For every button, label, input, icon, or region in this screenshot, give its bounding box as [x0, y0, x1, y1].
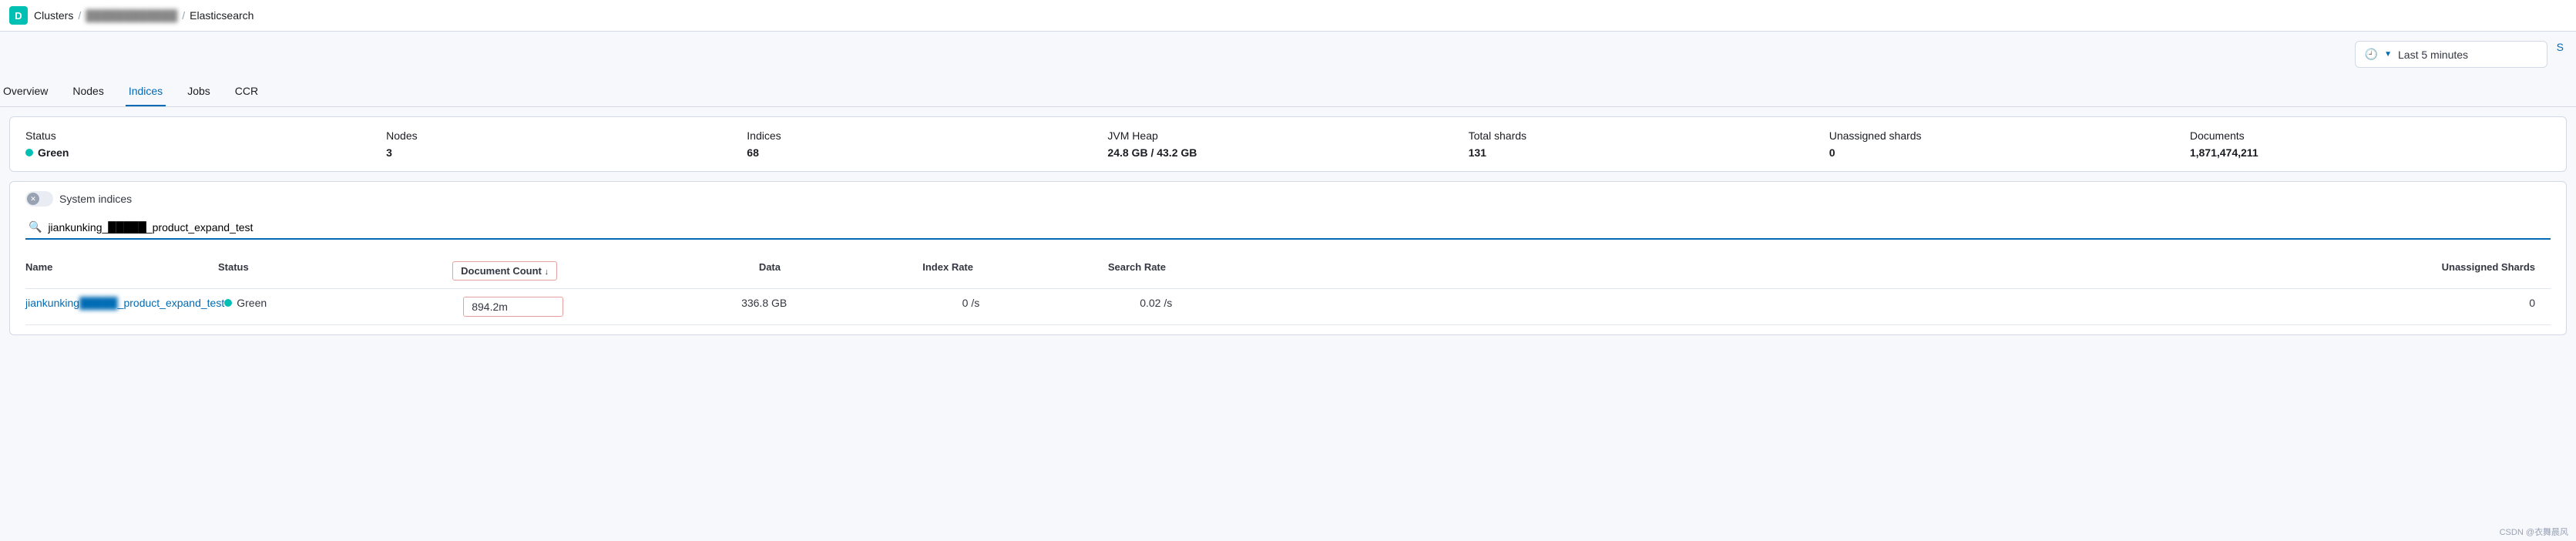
stat-label: Status — [25, 129, 386, 142]
table-row: jiankunking█████_product_expand_test Gre… — [25, 289, 2551, 325]
sort-arrow-down-icon: ↓ — [545, 267, 549, 277]
stat-label: Nodes — [386, 129, 747, 142]
breadcrumb-root[interactable]: Clusters — [34, 9, 73, 22]
system-indices-label: System indices — [59, 193, 132, 205]
stat-label: JVM Heap — [1107, 129, 1468, 142]
tab-nodes[interactable]: Nodes — [69, 77, 106, 106]
refresh-shortcut[interactable]: S — [2557, 41, 2564, 68]
toggle-thumb-icon: ✕ — [27, 193, 39, 205]
stat-indices: Indices 68 — [747, 129, 1107, 159]
toolbar-row: 🕘 ▼ Last 5 minutes S — [0, 32, 2576, 68]
col-header-name[interactable]: Name — [25, 261, 218, 281]
time-picker-label: Last 5 minutes — [2398, 49, 2468, 61]
breadcrumb: Clusters / ████████████ / Elasticsearch — [34, 9, 254, 22]
time-picker[interactable]: 🕘 ▼ Last 5 minutes — [2355, 41, 2547, 68]
index-name-mid: █████ — [79, 297, 118, 309]
system-indices-toggle-row: ✕ System indices — [25, 191, 2551, 207]
stat-label: Total shards — [1469, 129, 1829, 142]
stats-panel: Status Green Nodes 3 Indices 68 JVM Heap… — [9, 116, 2567, 172]
col-header-data[interactable]: Data — [588, 261, 781, 281]
top-bar: D Clusters / ████████████ / Elasticsearc… — [0, 0, 2576, 32]
search-input[interactable] — [48, 221, 2547, 234]
col-header-status[interactable]: Status — [218, 261, 395, 281]
col-header-search-rate[interactable]: Search Rate — [973, 261, 1166, 281]
col-header-index-rate[interactable]: Index Rate — [781, 261, 973, 281]
breadcrumb-leaf: Elasticsearch — [190, 9, 254, 22]
status-text: Green — [38, 146, 69, 159]
index-rate-cell: 0 /s — [787, 297, 979, 317]
stat-value: 131 — [1469, 146, 1829, 159]
index-status-cell: Green — [224, 297, 401, 317]
clock-icon: 🕘 — [2365, 48, 2378, 61]
stat-label: Documents — [2190, 129, 2551, 142]
stat-label: Unassigned shards — [1829, 129, 2190, 142]
breadcrumb-separator: / — [182, 9, 185, 22]
table-header-row: Name Status Document Count ↓ Data Index … — [25, 254, 2551, 289]
status-dot-icon — [25, 149, 33, 156]
footer-credit: CSDN @衣舞晨风 — [2500, 526, 2568, 538]
stat-status: Status Green — [25, 129, 386, 159]
tab-overview[interactable]: Overview — [0, 77, 51, 106]
unassigned-shards-cell: 0 — [1172, 297, 2551, 317]
stat-value: 0 — [1829, 146, 2190, 159]
doc-count-highlight: Document Count ↓ — [452, 261, 557, 281]
indices-table: Name Status Document Count ↓ Data Index … — [25, 254, 2551, 325]
col-header-doc-label: Document Count — [461, 265, 542, 277]
stat-documents: Documents 1,871,474,211 — [2190, 129, 2551, 159]
tab-indices[interactable]: Indices — [126, 77, 166, 106]
stat-value: 1,871,474,211 — [2190, 146, 2551, 159]
deployment-logo[interactable]: D — [9, 6, 28, 25]
stat-unassigned: Unassigned shards 0 — [1829, 129, 2190, 159]
col-header-unassigned[interactable]: Unassigned Shards — [1166, 261, 2551, 281]
chevron-down-icon: ▼ — [2384, 50, 2392, 59]
index-doc-count-cell: 894.2m — [401, 297, 594, 317]
stat-value: Green — [25, 146, 386, 159]
index-status-text: Green — [237, 297, 267, 309]
tabs: Overview Nodes Indices Jobs CCR — [0, 71, 2576, 107]
col-header-doc-count[interactable]: Document Count ↓ — [395, 261, 588, 281]
filter-panel: ✕ System indices 🔍 Name Status Document … — [9, 181, 2567, 335]
stat-value: 68 — [747, 146, 1107, 159]
search-icon: 🔍 — [29, 220, 42, 234]
system-indices-toggle[interactable]: ✕ — [25, 191, 53, 207]
stat-nodes: Nodes 3 — [386, 129, 747, 159]
doc-count-highlight: 894.2m — [463, 297, 563, 317]
index-data-cell: 336.8 GB — [594, 297, 787, 317]
index-name-prefix: jiankunking — [25, 297, 79, 309]
stat-jvm: JVM Heap 24.8 GB / 43.2 GB — [1107, 129, 1468, 159]
stat-value: 24.8 GB / 43.2 GB — [1107, 146, 1468, 159]
stat-shards: Total shards 131 — [1469, 129, 1829, 159]
stat-label: Indices — [747, 129, 1107, 142]
breadcrumb-cluster[interactable]: ████████████ — [86, 9, 177, 22]
index-name-link[interactable]: jiankunking█████_product_expand_test — [25, 297, 224, 317]
status-dot-icon — [224, 299, 232, 307]
tab-jobs[interactable]: Jobs — [184, 77, 213, 106]
tab-ccr[interactable]: CCR — [232, 77, 261, 106]
search-rate-cell: 0.02 /s — [979, 297, 1172, 317]
search-field[interactable]: 🔍 — [25, 216, 2551, 240]
breadcrumb-separator: / — [78, 9, 81, 22]
index-name-suffix: _product_expand_test — [118, 297, 225, 309]
stat-value: 3 — [386, 146, 747, 159]
